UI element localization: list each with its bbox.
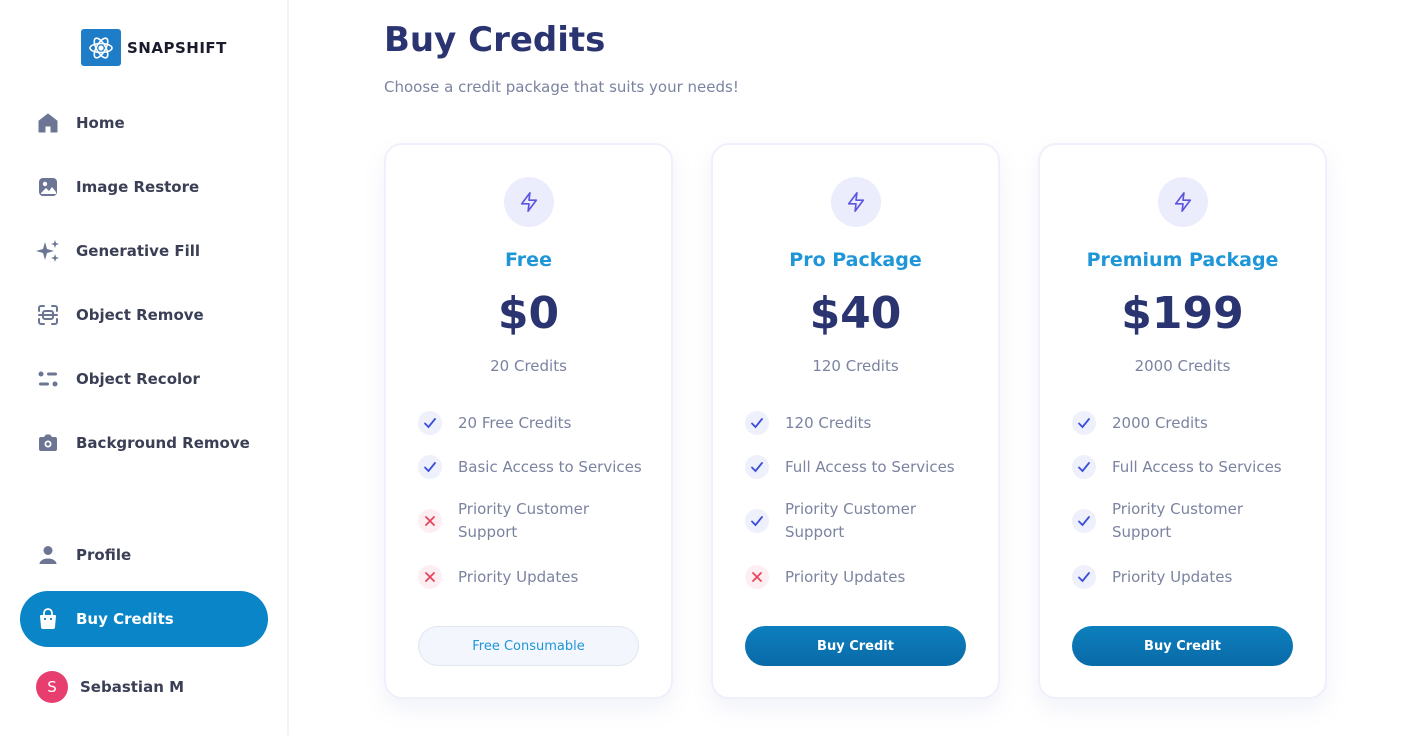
avatar: S: [36, 671, 68, 703]
list-item: Priority Customer Support: [745, 498, 945, 544]
sidebar-item-label: Object Recolor: [76, 370, 200, 388]
plan-name: Free: [505, 249, 552, 271]
sidebar-item-object-recolor[interactable]: Object Recolor: [20, 351, 268, 407]
pricing-card-free: Free $0 20 Credits 20 Free Credits Basic…: [384, 143, 673, 699]
sliders-icon: [36, 367, 60, 391]
image-icon: [36, 175, 60, 199]
pricing-card-premium: Premium Package $199 2000 Credits 2000 C…: [1038, 143, 1327, 699]
feature-text: Priority Customer Support: [785, 500, 917, 541]
plan-price: $199: [1121, 288, 1244, 339]
feature-text: Priority Updates: [1112, 567, 1233, 586]
free-consumable-button[interactable]: Free Consumable: [418, 626, 639, 666]
sidebar-item-buy-credits[interactable]: Buy Credits: [20, 591, 268, 647]
cross-icon: [418, 509, 442, 533]
list-item: Basic Access to Services: [418, 455, 647, 479]
plan-credits: 20 Credits: [490, 357, 567, 375]
feature-text: Basic Access to Services: [458, 457, 642, 476]
sidebar-item-label: Generative Fill: [76, 242, 201, 260]
bag-icon: [36, 607, 60, 631]
sparkles-icon: [36, 239, 60, 263]
buy-credit-button[interactable]: Buy Credit: [745, 626, 966, 666]
user-icon: [36, 543, 60, 567]
check-icon: [1072, 509, 1096, 533]
sidebar-item-background-remove[interactable]: Background Remove: [20, 415, 268, 471]
feature-text: Full Access to Services: [785, 457, 955, 476]
feature-text: Full Access to Services: [1112, 457, 1282, 476]
check-icon: [418, 411, 442, 435]
bolt-icon: [503, 177, 554, 227]
list-item: Full Access to Services: [745, 455, 974, 479]
cross-icon: [745, 565, 769, 589]
feature-text: Priority Customer Support: [458, 500, 590, 541]
list-item: 120 Credits: [745, 411, 974, 435]
check-icon: [745, 509, 769, 533]
feature-text: 120 Credits: [785, 413, 872, 432]
sidebar-item-label: Object Remove: [76, 306, 204, 324]
home-icon: [36, 111, 60, 135]
feature-text: 2000 Credits: [1112, 413, 1208, 432]
page-subtitle: Choose a credit package that suits your …: [384, 78, 739, 96]
sidebar-item-label: Buy Credits: [76, 610, 174, 628]
plan-price: $0: [497, 288, 560, 339]
camera-icon: [36, 431, 60, 455]
sidebar-item-generative-fill[interactable]: Generative Fill: [20, 223, 268, 279]
sidebar-item-home[interactable]: Home: [20, 95, 268, 151]
sidebar-item-profile[interactable]: Profile: [20, 527, 268, 583]
check-icon: [745, 455, 769, 479]
plan-credits: 120 Credits: [812, 357, 899, 375]
list-item: Priority Updates: [1072, 565, 1301, 589]
sidebar-item-label: Home: [76, 114, 125, 132]
sidebar: SNAPSHIFT Home Image Restore Generative …: [0, 0, 289, 735]
list-item: 2000 Credits: [1072, 411, 1301, 435]
sidebar-item-image-restore[interactable]: Image Restore: [20, 159, 268, 215]
list-item: 20 Free Credits: [418, 411, 647, 435]
check-icon: [1072, 565, 1096, 589]
feature-text: Priority Customer Support: [1112, 500, 1244, 541]
check-icon: [1072, 455, 1096, 479]
sidebar-item-label: Image Restore: [76, 178, 200, 196]
plan-name: Premium Package: [1086, 249, 1279, 271]
feature-text: Priority Updates: [785, 567, 906, 586]
bolt-icon: [830, 177, 881, 227]
plan-price: $40: [809, 288, 902, 339]
brand-logo[interactable]: SNAPSHIFT: [81, 29, 227, 66]
list-item: Priority Customer Support: [418, 498, 618, 544]
bolt-icon: [1157, 177, 1208, 227]
list-item: Priority Updates: [418, 565, 647, 589]
feature-text: Priority Updates: [458, 567, 579, 586]
scan-icon: [36, 303, 60, 327]
atom-icon: [81, 29, 121, 66]
plan-credits: 2000 Credits: [1134, 357, 1231, 375]
check-icon: [745, 411, 769, 435]
pricing-card-pro: Pro Package $40 120 Credits 120 Credits …: [711, 143, 1000, 699]
plan-name: Pro Package: [789, 249, 922, 271]
check-icon: [1072, 411, 1096, 435]
list-item: Priority Updates: [745, 565, 974, 589]
sidebar-item-label: Background Remove: [76, 434, 250, 452]
feature-text: 20 Free Credits: [458, 413, 572, 432]
check-icon: [418, 455, 442, 479]
user-name: Sebastian M: [80, 678, 185, 696]
cross-icon: [418, 565, 442, 589]
sidebar-item-label: Profile: [76, 546, 132, 564]
buy-credit-button[interactable]: Buy Credit: [1072, 626, 1293, 666]
user-profile[interactable]: S Sebastian M: [36, 671, 184, 703]
sidebar-item-object-remove[interactable]: Object Remove: [20, 287, 268, 343]
list-item: Priority Customer Support: [1072, 498, 1272, 544]
page-title: Buy Credits: [384, 20, 606, 60]
list-item: Full Access to Services: [1072, 455, 1301, 479]
brand-name: SNAPSHIFT: [127, 38, 227, 57]
